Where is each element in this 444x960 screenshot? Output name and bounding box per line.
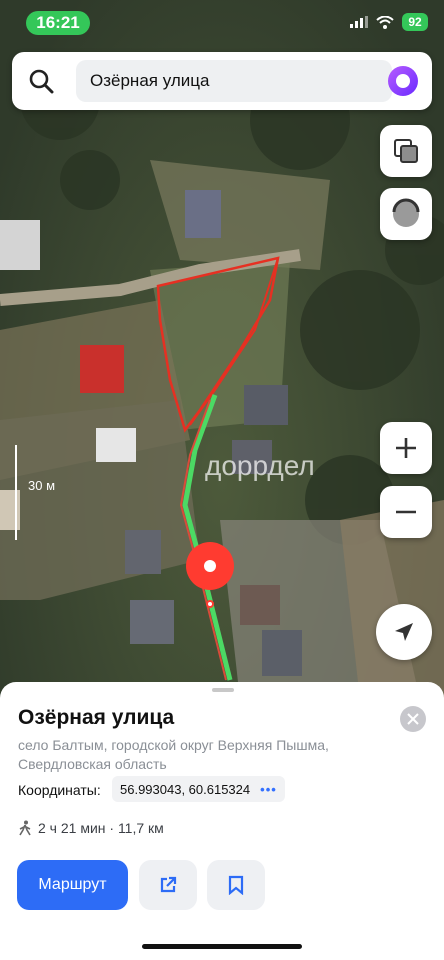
bookmark-button[interactable] <box>207 860 265 910</box>
plus-icon <box>396 438 416 458</box>
more-icon[interactable]: ••• <box>260 782 277 797</box>
close-button[interactable] <box>400 706 426 732</box>
alice-icon[interactable] <box>388 66 418 96</box>
minus-icon <box>396 510 416 514</box>
walking-icon <box>19 820 31 836</box>
search-input[interactable]: Озёрная улица <box>76 60 392 102</box>
map-watermark: доррдел <box>205 450 315 481</box>
zoom-in-button[interactable] <box>380 422 432 474</box>
search-bar[interactable]: Озёрная улица <box>12 52 432 110</box>
layers-icon <box>394 139 418 163</box>
route-button[interactable]: Маршрут <box>17 860 128 910</box>
layers-button[interactable] <box>380 125 432 177</box>
wifi-icon <box>376 15 394 29</box>
walk-info: 2 ч 21 мин · 11,7 км <box>18 820 164 836</box>
battery-icon: 92 <box>402 13 428 31</box>
walk-duration: 2 ч 21 мин · 11,7 км <box>38 820 164 836</box>
map-scale-label: 30 м <box>28 478 56 493</box>
status-time: 16:21 <box>26 11 90 35</box>
place-address: село Балтым, городской округ Верхняя Пыш… <box>18 737 329 772</box>
sheet-grabber[interactable] <box>212 688 234 692</box>
place-title: Озёрная улица <box>18 706 175 729</box>
zoom-out-button[interactable] <box>380 486 432 538</box>
map-mode-button[interactable] <box>380 188 432 240</box>
signal-icon <box>350 16 368 28</box>
navigate-icon <box>395 623 413 641</box>
close-icon <box>407 713 419 725</box>
status-bar: 16:21 92 <box>0 10 444 36</box>
coords-value: 56.993043, 60.615324 <box>120 781 251 797</box>
my-location-button[interactable] <box>376 604 432 660</box>
coords-label: Координаты: <box>18 782 101 798</box>
home-indicator[interactable] <box>142 944 302 949</box>
coords-chip[interactable]: 56.993043, 60.615324 ••• <box>112 776 285 802</box>
place-card[interactable]: Озёрная улица село Балтым, городской окр… <box>0 682 444 960</box>
ring-icon <box>392 198 420 227</box>
share-button[interactable] <box>139 860 197 910</box>
bookmark-icon <box>228 875 244 895</box>
share-icon <box>160 876 177 893</box>
search-icon[interactable] <box>28 68 54 94</box>
